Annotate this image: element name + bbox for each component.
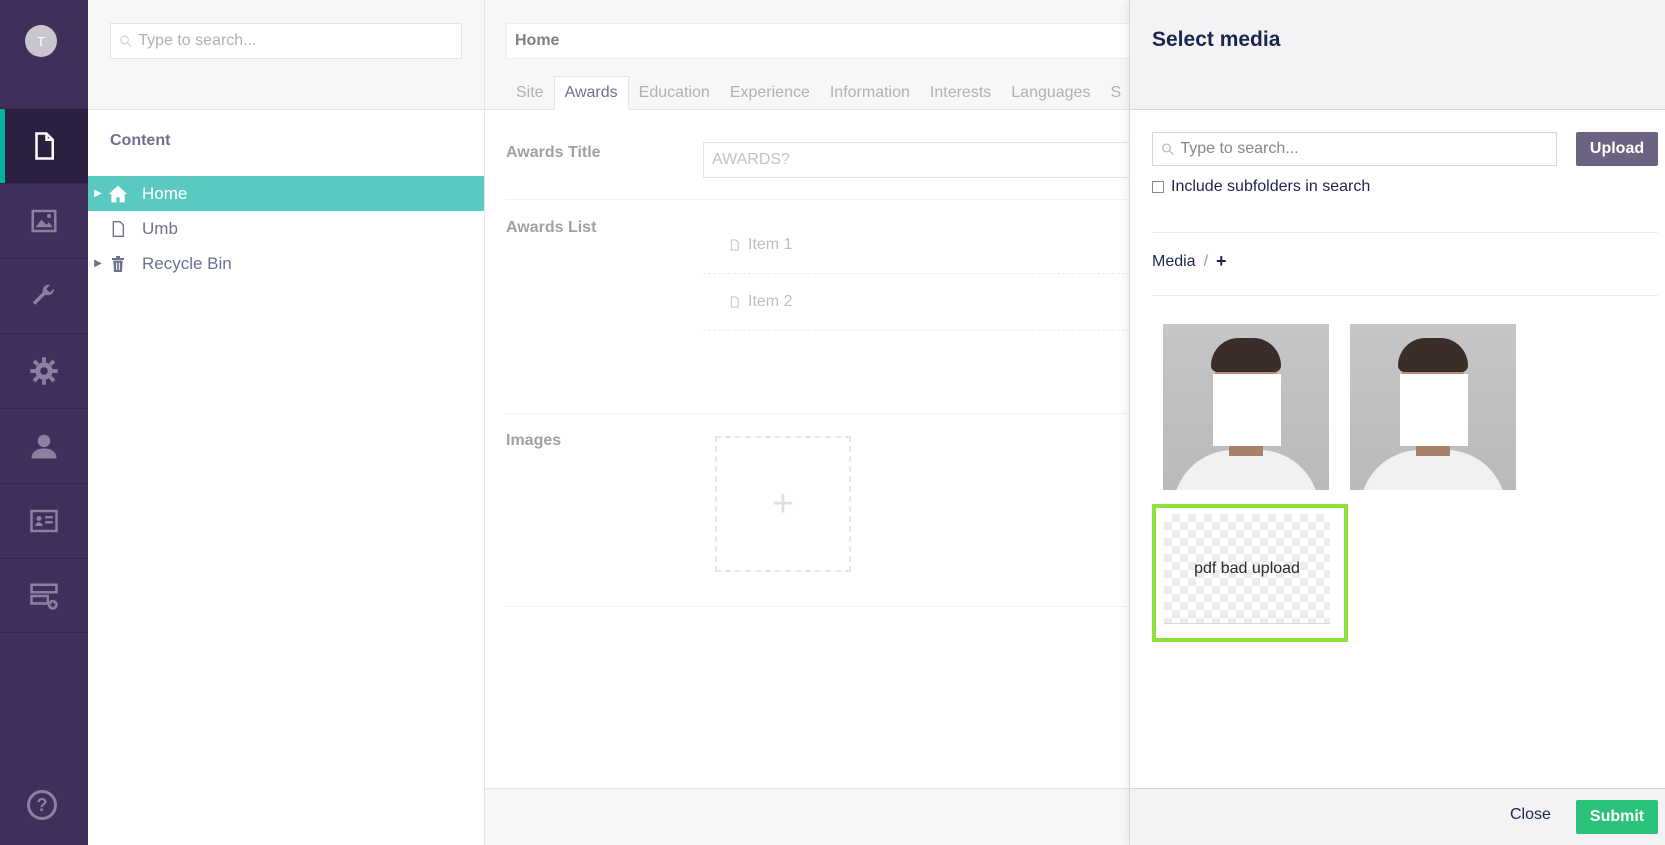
- sidebar-forms-section[interactable]: [0, 558, 88, 633]
- breadcrumb-media-root[interactable]: Media: [1152, 253, 1196, 271]
- form-add-icon: [30, 583, 58, 610]
- redacted-area: [1213, 374, 1281, 446]
- user-initial: T: [37, 33, 45, 49]
- document-icon: [35, 132, 54, 160]
- overlay-backdrop[interactable]: [88, 0, 1130, 845]
- image-icon: [31, 209, 57, 233]
- divider: [1152, 295, 1658, 296]
- divider: [1152, 232, 1658, 233]
- media-search-input[interactable]: [1180, 140, 1556, 158]
- sidebar-users-section[interactable]: [0, 408, 88, 483]
- sidebar-members-section[interactable]: [0, 483, 88, 558]
- dialog-title: Select media: [1152, 28, 1281, 51]
- media-item-photo[interactable]: [1163, 324, 1329, 490]
- sidebar-settings-section[interactable]: [0, 258, 88, 333]
- media-search-box[interactable]: [1152, 132, 1557, 166]
- dialog-footer: Close Submit: [1130, 788, 1665, 845]
- broken-image-alt-text: pdf bad upload: [1194, 559, 1300, 577]
- id-card-icon: [30, 509, 58, 533]
- breadcrumb-separator: /: [1203, 252, 1209, 270]
- gear-icon: [30, 357, 58, 385]
- include-subfolders-label: Include subfolders in search: [1171, 178, 1371, 195]
- include-subfolders-option[interactable]: Include subfolders in search: [1152, 178, 1370, 196]
- dialog-header: Select media: [1130, 0, 1665, 110]
- search-icon: [1162, 143, 1174, 155]
- wrench-icon: [32, 284, 55, 305]
- media-item-photo[interactable]: [1350, 324, 1516, 490]
- help-icon[interactable]: ?: [27, 790, 57, 820]
- sidebar-media-section[interactable]: [0, 183, 88, 258]
- media-breadcrumb: Media / +: [1152, 251, 1227, 272]
- create-folder-button[interactable]: +: [1216, 251, 1227, 272]
- broken-image-placeholder: pdf bad upload: [1164, 514, 1330, 624]
- redacted-area: [1400, 374, 1468, 446]
- media-item-selected[interactable]: pdf bad upload: [1152, 504, 1348, 642]
- select-media-dialog: Select media Upload Include subfolders i…: [1129, 0, 1665, 845]
- include-subfolders-checkbox[interactable]: [1152, 181, 1164, 193]
- upload-button[interactable]: Upload: [1576, 132, 1658, 166]
- user-avatar[interactable]: T: [25, 25, 57, 57]
- sidebar-content-section[interactable]: [0, 108, 88, 183]
- user-icon: [31, 434, 57, 459]
- close-button[interactable]: Close: [1510, 806, 1551, 824]
- sidebar-packages-section[interactable]: [0, 333, 88, 408]
- main-sidebar: T ?: [0, 0, 88, 845]
- submit-button[interactable]: Submit: [1576, 800, 1658, 834]
